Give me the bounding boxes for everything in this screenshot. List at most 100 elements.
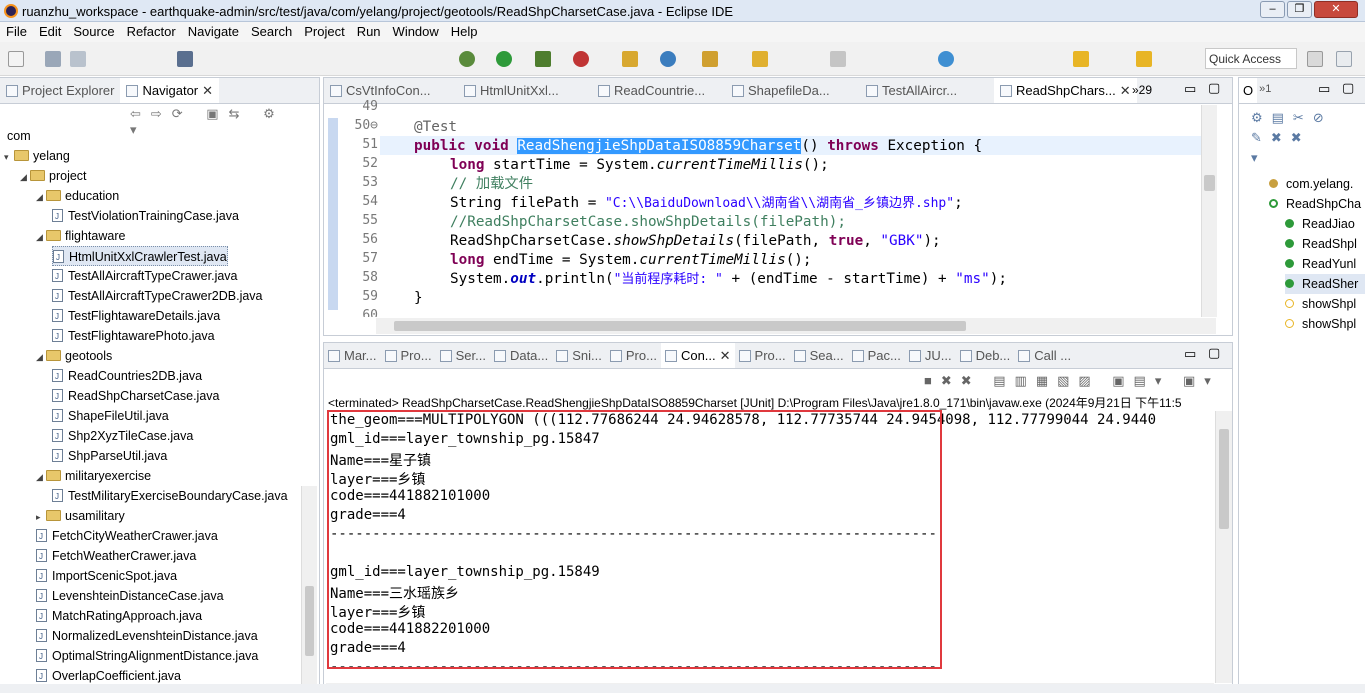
- bottom-tab[interactable]: Sni...: [552, 343, 606, 368]
- tree-folder[interactable]: ◢ education: [36, 186, 119, 206]
- editor-horizontal-scrollbar[interactable]: [376, 318, 1216, 334]
- open-perspective-icon[interactable]: [1307, 51, 1323, 67]
- web-browser-icon[interactable]: [938, 51, 954, 67]
- bottom-tab[interactable]: Pro...: [381, 343, 436, 368]
- minimize-console-icon[interactable]: ▭: [1184, 346, 1196, 362]
- code-line-53[interactable]: // 加载文件: [386, 175, 533, 194]
- tree-folder[interactable]: ◢ geotools: [36, 346, 112, 366]
- minimize-editor-icon[interactable]: ▭: [1184, 81, 1196, 97]
- close-icon[interactable]: ✕: [720, 348, 731, 363]
- expand-toggle-icon[interactable]: ◢: [36, 347, 46, 367]
- close-window-button[interactable]: ✕: [1314, 1, 1358, 18]
- forward-icon[interactable]: [1136, 51, 1152, 67]
- tree-folder[interactable]: ▾ yelang: [4, 146, 70, 166]
- editor-hscroll-thumb[interactable]: [394, 321, 966, 331]
- menu-navigate[interactable]: Navigate: [182, 22, 245, 41]
- code-line-54[interactable]: String filePath = "C:\\BaiduDownload\\湖南…: [386, 194, 963, 213]
- tree-folder[interactable]: ◢ flightaware: [36, 226, 125, 246]
- expand-toggle-icon[interactable]: ◢: [20, 167, 30, 187]
- tree-file[interactable]: ReadShpCharsetCase.java: [52, 386, 219, 407]
- menu-help[interactable]: Help: [445, 22, 484, 41]
- minimize-button[interactable]: ‒: [1260, 1, 1285, 18]
- expand-toggle-icon[interactable]: ◢: [36, 187, 46, 207]
- editor-vscroll-thumb[interactable]: [1204, 175, 1215, 191]
- maximize-editor-icon[interactable]: ▢: [1208, 80, 1220, 96]
- annotation-icon[interactable]: [830, 51, 846, 67]
- debug-icon[interactable]: [459, 51, 475, 67]
- tree-file[interactable]: ReadCountries2DB.java: [52, 366, 202, 387]
- bottom-tab[interactable]: JU...: [905, 343, 956, 368]
- bottom-tab[interactable]: Ser...: [436, 343, 490, 368]
- console-vscroll-thumb[interactable]: [1219, 429, 1229, 529]
- maximize-console-icon[interactable]: ▢: [1208, 345, 1220, 361]
- run-icon[interactable]: [496, 51, 512, 67]
- open-type-icon[interactable]: [702, 51, 718, 67]
- menu-window[interactable]: Window: [387, 22, 445, 41]
- new-java-project-icon[interactable]: [622, 51, 638, 67]
- expand-toggle-icon[interactable]: ◢: [36, 227, 46, 247]
- code-line-52[interactable]: long startTime = System.currentTimeMilli…: [386, 156, 829, 175]
- tab-navigator[interactable]: Navigator ✕: [120, 78, 220, 103]
- outline-item[interactable]: ReadShpCha: [1269, 194, 1361, 214]
- coverage-icon[interactable]: [535, 51, 551, 67]
- tab-outline[interactable]: O: [1239, 78, 1258, 103]
- outline-item[interactable]: ReadJiao: [1285, 214, 1355, 234]
- bottom-tab[interactable]: Data...: [490, 343, 552, 368]
- editor-vertical-scrollbar[interactable]: [1201, 105, 1217, 317]
- bottom-tab[interactable]: Pac...: [848, 343, 905, 368]
- minimize-outline-icon[interactable]: ▭: [1318, 81, 1330, 97]
- maximize-button[interactable]: ❐: [1287, 1, 1312, 18]
- bottom-tab[interactable]: Mar...: [324, 343, 381, 368]
- code-line-55[interactable]: //ReadShpCharsetCase.showShpDetails(file…: [386, 213, 846, 232]
- code-line-51[interactable]: public void ReadShengjieShpDataISO8859Ch…: [386, 137, 982, 156]
- menu-run[interactable]: Run: [351, 22, 387, 41]
- save-all-icon[interactable]: [70, 51, 86, 67]
- outline-item[interactable]: com.yelang.: [1269, 174, 1353, 194]
- tab-overflow[interactable]: »29: [1132, 83, 1152, 97]
- bottom-tab[interactable]: Call ...: [1014, 343, 1075, 368]
- tree-file[interactable]: TestAllAircraftTypeCrawer2DB.java: [52, 286, 263, 307]
- code-line-59[interactable]: }: [386, 289, 423, 308]
- close-icon[interactable]: ✕: [202, 83, 213, 98]
- tab-project-explorer[interactable]: Project Explorer: [0, 78, 120, 103]
- tree-file[interactable]: com: [7, 126, 31, 146]
- external-tools-icon[interactable]: [573, 51, 589, 67]
- bottom-tab[interactable]: Deb...: [956, 343, 1015, 368]
- menu-edit[interactable]: Edit: [33, 22, 67, 41]
- outline-item[interactable]: showShpl: [1285, 294, 1356, 314]
- console-vertical-scrollbar[interactable]: [1215, 411, 1232, 683]
- outline-item[interactable]: ReadYunl: [1285, 254, 1356, 274]
- tree-file[interactable]: TestAllAircraftTypeCrawer.java: [52, 266, 238, 287]
- save-icon[interactable]: [45, 51, 61, 67]
- maximize-outline-icon[interactable]: ▢: [1342, 80, 1354, 96]
- back-icon[interactable]: [1073, 51, 1089, 67]
- java-perspective-icon[interactable]: [1336, 51, 1352, 67]
- bottom-tab[interactable]: Con... ✕: [660, 343, 735, 368]
- search-icon[interactable]: [752, 51, 768, 67]
- bottom-tab[interactable]: Sea...: [790, 343, 848, 368]
- tree-file[interactable]: TestViolationTrainingCase.java: [52, 206, 239, 227]
- tree-file[interactable]: HtmlUnitXxlCrawlerTest.java: [52, 246, 228, 268]
- menu-project[interactable]: Project: [298, 22, 350, 41]
- expand-toggle-icon[interactable]: ▾: [4, 147, 14, 167]
- tree-file[interactable]: TestFlightawarePhoto.java: [52, 326, 215, 347]
- menu-search[interactable]: Search: [245, 22, 298, 41]
- outline-item[interactable]: showShpl: [1285, 314, 1356, 334]
- bottom-tab[interactable]: Pro...: [735, 343, 790, 368]
- outline-item[interactable]: ReadShpl: [1285, 234, 1357, 254]
- close-icon[interactable]: ✕: [1120, 83, 1131, 98]
- outline-overflow[interactable]: »1: [1257, 78, 1273, 103]
- code-line-57[interactable]: long endTime = System.currentTimeMillis(…: [386, 251, 812, 270]
- menu-file[interactable]: File: [0, 22, 33, 41]
- quick-access-input[interactable]: Quick Access: [1205, 48, 1297, 69]
- menu-source[interactable]: Source: [67, 22, 120, 41]
- code-line-50[interactable]: @Test: [386, 118, 457, 137]
- new-class-icon[interactable]: [660, 51, 676, 67]
- outline-item[interactable]: ReadSher: [1285, 274, 1365, 294]
- new-icon[interactable]: [8, 51, 24, 67]
- bottom-tab[interactable]: Pro...: [606, 343, 661, 368]
- code-line-58[interactable]: System.out.println("当前程序耗时: " + (endTime…: [386, 270, 1007, 289]
- tree-file[interactable]: TestFlightawareDetails.java: [52, 306, 220, 327]
- code-line-56[interactable]: ReadShpCharsetCase.showShpDetails(filePa…: [386, 232, 941, 251]
- tree-folder[interactable]: ◢ project: [20, 166, 87, 186]
